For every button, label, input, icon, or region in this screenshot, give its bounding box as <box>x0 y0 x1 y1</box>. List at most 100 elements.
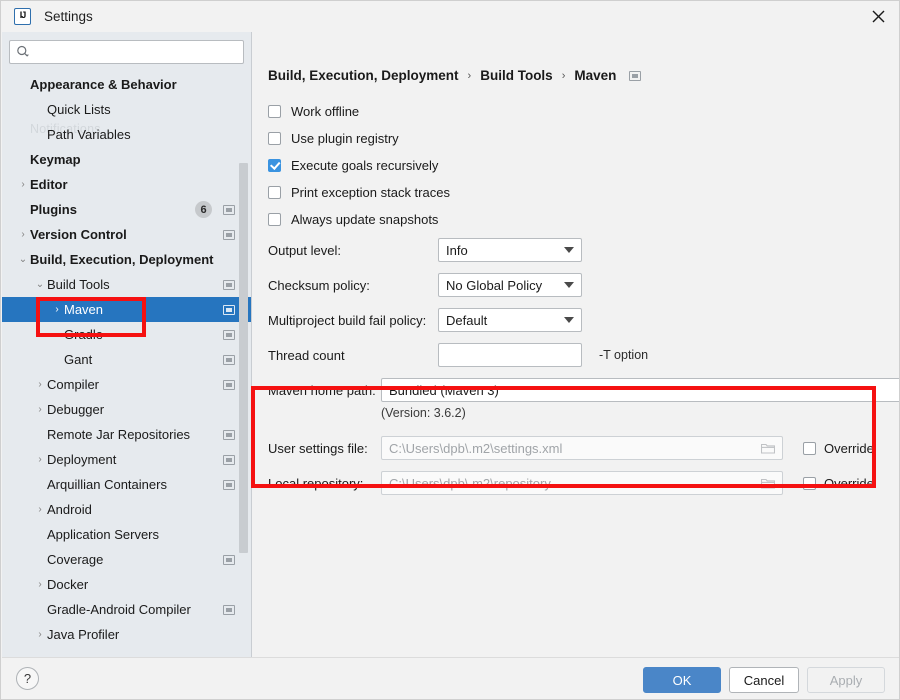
maven-home-path-label: Maven home path: <box>268 382 376 398</box>
window-icon <box>629 70 642 81</box>
checkbox-row-print-exception-stack-traces[interactable]: Print exception stack traces <box>268 185 450 200</box>
breadcrumb-part-1[interactable]: Build Tools <box>480 68 553 83</box>
window-icon <box>223 479 235 490</box>
window-icon <box>223 329 235 340</box>
sidebar-item-arquillian-containers[interactable]: Arquillian Containers <box>2 472 251 497</box>
work-offline-label: Work offline <box>291 104 360 119</box>
breadcrumb-part-2[interactable]: Maven <box>574 68 616 83</box>
sidebar-item-quick-lists[interactable]: Quick Lists <box>2 97 251 122</box>
local-repository-field[interactable]: C:\Users\dpb\.m2\repository <box>381 471 783 495</box>
print-exception-stack-traces-checkbox[interactable] <box>268 186 281 199</box>
user-settings-file-field[interactable]: C:\Users\dpb\.m2\settings.xml <box>381 436 783 460</box>
window-icon <box>223 454 235 465</box>
use-plugin-registry-checkbox[interactable] <box>268 132 281 145</box>
chevron-down-icon[interactable]: ⌄ <box>16 254 30 265</box>
sidebar-item-label: Remote Jar Repositories <box>47 427 191 442</box>
title-bar: IJ Settings <box>1 1 899 32</box>
window-icon <box>223 279 235 290</box>
execute-goals-recursively-checkbox[interactable] <box>268 159 281 172</box>
chevron-right-icon[interactable]: › <box>33 454 47 465</box>
local-repository-label: Local repository: <box>268 475 364 491</box>
sidebar-item-docker[interactable]: › Docker <box>2 572 251 597</box>
checkbox-row-use-plugin-registry[interactable]: Use plugin registry <box>268 131 399 146</box>
sidebar-item-editor[interactable]: › Editor <box>2 172 251 197</box>
local-repository-override[interactable]: Override <box>803 476 874 491</box>
folder-icon[interactable] <box>761 477 775 489</box>
checkbox-row-execute-goals-recursively[interactable]: Execute goals recursively <box>268 158 438 173</box>
close-icon[interactable] <box>855 1 899 32</box>
output-level-dropdown[interactable]: Info <box>438 238 582 262</box>
maven-home-path-value: Bundled (Maven 3) <box>389 382 499 398</box>
user-settings-file-label: User settings file: <box>268 440 368 456</box>
help-button[interactable]: ? <box>16 667 39 690</box>
sidebar-item-label: Gant <box>64 352 93 367</box>
sidebar-item-gradle-android-compiler[interactable]: Gradle-Android Compiler <box>2 597 251 622</box>
sidebar-item-label: Deployment <box>47 452 117 467</box>
sidebar-item-build-execution-deployment[interactable]: ⌄ Build, Execution, Deployment <box>2 247 251 272</box>
folder-icon[interactable] <box>761 442 775 454</box>
sidebar-item-label: Android <box>47 502 92 517</box>
user-settings-override-checkbox[interactable] <box>803 441 816 455</box>
sidebar-item-maven[interactable]: › Maven <box>2 297 251 322</box>
local-repository-override-label: Override <box>824 475 874 491</box>
sidebar-item-label: Plugins <box>30 202 77 217</box>
fail-policy-dropdown[interactable]: Default <box>438 308 582 332</box>
ok-button[interactable]: OK <box>643 667 721 693</box>
thread-count-label: Thread count <box>268 347 345 363</box>
chevron-right-icon[interactable]: › <box>16 229 30 240</box>
checkbox-row-work-offline[interactable]: Work offline <box>268 104 359 119</box>
sidebar-item-plugins[interactable]: Plugins 6 <box>2 197 251 222</box>
chevron-right-icon[interactable]: › <box>33 629 47 640</box>
user-settings-override[interactable]: Override <box>803 441 874 456</box>
cancel-button[interactable]: Cancel <box>729 667 799 693</box>
sidebar-item-label: Path Variables <box>47 127 131 142</box>
sidebar-item-version-control[interactable]: › Version Control <box>2 222 251 247</box>
window-title: Settings <box>44 9 93 24</box>
chevron-right-icon[interactable]: › <box>33 579 47 590</box>
breadcrumb: Build, Execution, Deployment › Build Too… <box>268 68 642 83</box>
search-box[interactable] <box>9 40 244 64</box>
window-icon <box>223 429 235 440</box>
sidebar-item-appearance-behavior[interactable]: Appearance & Behavior <box>2 72 251 97</box>
window-icon <box>223 379 235 390</box>
chevron-down-icon <box>564 317 574 323</box>
fail-policy-label: Multiproject build fail policy: <box>268 312 427 328</box>
chevron-right-icon[interactable]: › <box>33 379 47 390</box>
sidebar-item-coverage[interactable]: Coverage <box>2 547 251 572</box>
sidebar-item-keymap[interactable]: Keymap <box>2 147 251 172</box>
always-update-snapshots-label: Always update snapshots <box>291 212 439 227</box>
chevron-right-icon[interactable]: › <box>33 504 47 515</box>
thread-count-input[interactable] <box>438 343 582 367</box>
chevron-right-icon[interactable]: › <box>16 179 30 190</box>
sidebar-scrollbar[interactable] <box>239 163 248 553</box>
apply-button[interactable]: Apply <box>807 667 885 693</box>
work-offline-checkbox[interactable] <box>268 105 281 118</box>
search-input[interactable] <box>33 42 243 62</box>
sidebar-item-label: Application Servers <box>47 527 159 542</box>
sidebar-item-build-tools[interactable]: ⌄ Build Tools <box>2 272 251 297</box>
chevron-down-icon[interactable]: ⌄ <box>33 279 47 290</box>
sidebar-item-gradle[interactable]: Gradle <box>2 322 251 347</box>
sidebar-item-remote-jar-repositories[interactable]: Remote Jar Repositories <box>2 422 251 447</box>
sidebar-item-gant[interactable]: Gant <box>2 347 251 372</box>
checksum-policy-dropdown[interactable]: No Global Policy <box>438 273 582 297</box>
local-repository-override-checkbox[interactable] <box>803 476 816 490</box>
chevron-right-icon[interactable]: › <box>33 404 47 415</box>
maven-home-path-dropdown[interactable]: Bundled (Maven 3) <box>381 378 899 402</box>
sidebar-item-java-profiler[interactable]: › Java Profiler <box>2 622 251 647</box>
sidebar-item-label: Gradle <box>64 327 104 342</box>
chevron-down-icon <box>564 282 574 288</box>
sidebar-item-compiler[interactable]: › Compiler <box>2 372 251 397</box>
breadcrumb-part-0[interactable]: Build, Execution, Deployment <box>268 68 459 83</box>
always-update-snapshots-checkbox[interactable] <box>268 213 281 226</box>
sidebar-item-deployment[interactable]: › Deployment <box>2 447 251 472</box>
sidebar-item-android[interactable]: › Android <box>2 497 251 522</box>
search-icon <box>16 45 30 59</box>
sidebar-item-path-variables[interactable]: Path Variables <box>2 122 251 147</box>
checksum-policy-value: No Global Policy <box>446 277 543 293</box>
sidebar-item-label: Build Tools <box>47 277 110 292</box>
sidebar-item-debugger[interactable]: › Debugger <box>2 397 251 422</box>
checkbox-row-always-update-snapshots[interactable]: Always update snapshots <box>268 212 438 227</box>
sidebar-item-application-servers[interactable]: Application Servers <box>2 522 251 547</box>
chevron-right-icon[interactable]: › <box>50 304 64 315</box>
